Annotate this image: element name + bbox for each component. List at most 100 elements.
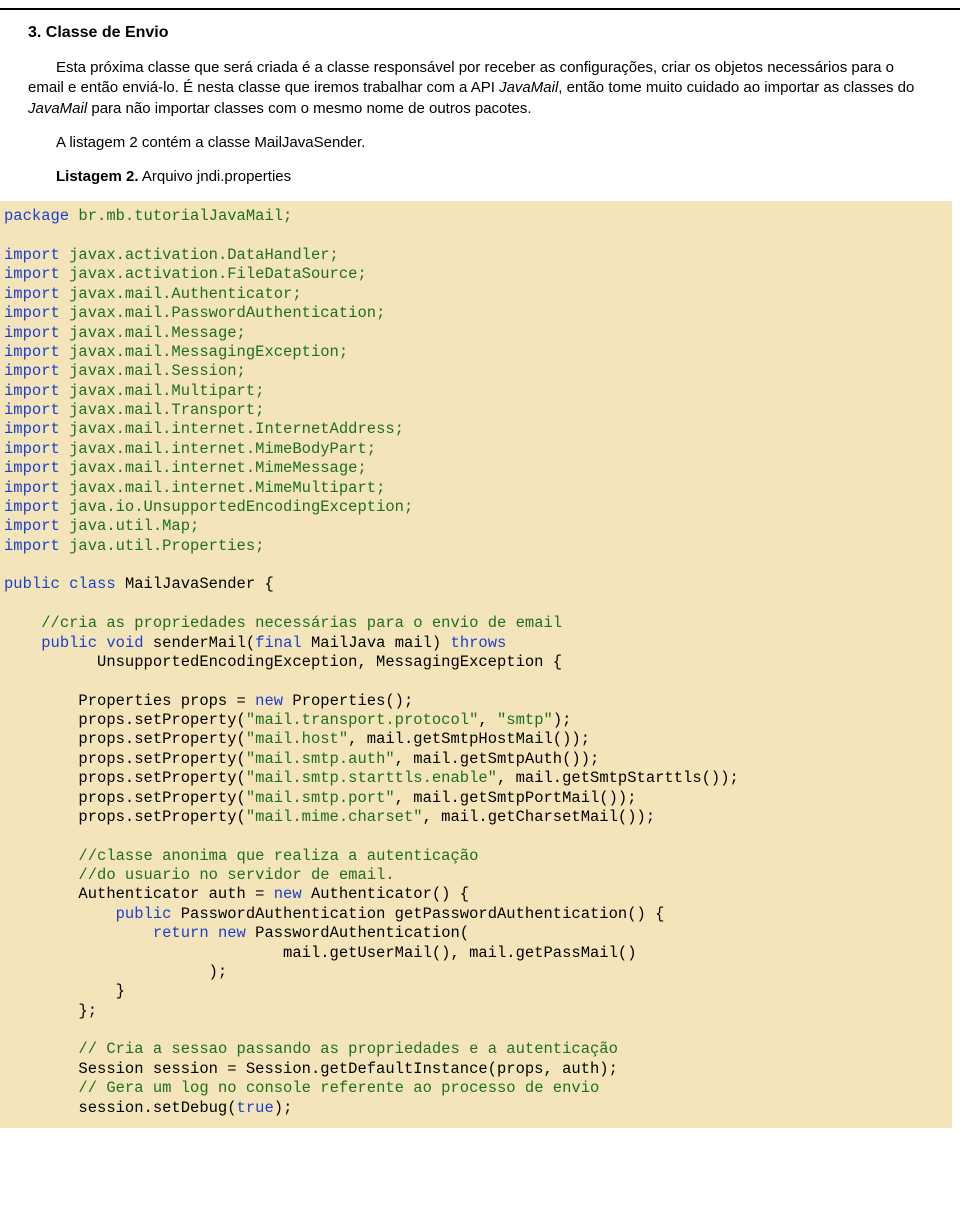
str4: "mail.smtp.auth" (246, 750, 395, 768)
imp: javax.mail.Transport; (60, 401, 265, 419)
kw-import: import (4, 324, 60, 342)
kw-import: import (4, 382, 60, 400)
section-heading: 3. Classe de Envio (28, 24, 932, 42)
kw-import: import (4, 420, 60, 438)
session: Session session = Session.getDefaultInst… (4, 1060, 618, 1078)
kw-public: public (116, 905, 172, 923)
listing-rest: Arquivo jndi.properties (139, 168, 292, 185)
imp: java.io.UnsupportedEncodingException; (60, 498, 413, 516)
set2a: props.setProperty( (4, 730, 246, 748)
kw-import: import (4, 265, 60, 283)
setdebug: session.setDebug( (4, 1099, 237, 1117)
str3: "mail.host" (246, 730, 348, 748)
imp: javax.mail.internet.InternetAddress; (60, 420, 404, 438)
para1-text-e: para não importar classes com o mesmo no… (87, 100, 531, 117)
gpa: PasswordAuthentication getPasswordAuthen… (171, 905, 664, 923)
set3a: props.setProperty( (4, 750, 246, 768)
param: MailJava mail) (302, 634, 451, 652)
imp: java.util.Properties; (60, 537, 265, 555)
kw-true: true (237, 1099, 274, 1117)
imp: java.util.Map; (60, 517, 200, 535)
end: ); (274, 1099, 293, 1117)
auth-decl: Authenticator auth = (4, 885, 274, 903)
comment3: //do usuario no servidor de email. (78, 866, 394, 884)
brace2: }; (4, 1002, 97, 1020)
document-content: 3. Classe de Envio Esta próxima classe q… (0, 24, 960, 187)
imp: javax.mail.internet.MimeMultipart; (60, 479, 386, 497)
imp: javax.mail.Authenticator; (60, 285, 302, 303)
comment5: // Gera um log no console referente ao p… (78, 1079, 599, 1097)
auth-ctor: Authenticator() { (302, 885, 469, 903)
kw-import: import (4, 440, 60, 458)
kw-import: import (4, 285, 60, 303)
comment4: // Cria a sessao passando as propriedade… (78, 1040, 618, 1058)
listing-caption: Listagem 2. Arquivo jndi.properties (28, 167, 932, 187)
str6: "mail.smtp.port" (246, 789, 395, 807)
kw-import: import (4, 343, 60, 361)
kw-new: new (274, 885, 302, 903)
para1-italic-2: JavaMail (28, 100, 87, 117)
brace1: } (4, 982, 125, 1000)
kw-return: return (153, 924, 209, 942)
pa-args: mail.getUserMail(), mail.getPassMail() (4, 944, 637, 962)
kw-import: import (4, 459, 60, 477)
paragraph-listing-ref: A listagem 2 contém a classe MailJavaSen… (28, 133, 932, 153)
set6a: props.setProperty( (4, 808, 246, 826)
set4a: props.setProperty( (4, 769, 246, 787)
str5: "mail.smtp.starttls.enable" (246, 769, 497, 787)
props-decl: Properties props = (4, 692, 255, 710)
e5: , mail.getSmtpPortMail()); (395, 789, 637, 807)
kw-import: import (4, 304, 60, 322)
kw-import: import (4, 537, 60, 555)
listing-label: Listagem 2. (56, 168, 139, 185)
str7: "mail.mime.charset" (246, 808, 423, 826)
kw-package: package (4, 207, 69, 225)
comment2: //classe anonima que realiza a autentica… (78, 847, 478, 865)
kw-import: import (4, 246, 60, 264)
throws-list: UnsupportedEncodingException, MessagingE… (4, 653, 562, 671)
imp: javax.mail.MessagingException; (60, 343, 348, 361)
str1: "mail.transport.protocol" (246, 711, 479, 729)
set1a: props.setProperty( (4, 711, 246, 729)
kw-import: import (4, 401, 60, 419)
pa-close: ); (4, 963, 227, 981)
kw-class: class (69, 575, 116, 593)
kw-throws: throws (451, 634, 507, 652)
e1: ); (553, 711, 572, 729)
kw-new: new (255, 692, 283, 710)
kw-public: public (41, 634, 97, 652)
para1-italic-1: JavaMail (499, 79, 558, 96)
e2: , mail.getSmtpHostMail()); (348, 730, 590, 748)
props-ctor: Properties(); (283, 692, 413, 710)
imp: javax.mail.internet.MimeMessage; (60, 459, 367, 477)
pa-ctor: PasswordAuthentication( (246, 924, 469, 942)
imp: javax.activation.DataHandler; (60, 246, 339, 264)
c1: , (478, 711, 497, 729)
str2: "smtp" (497, 711, 553, 729)
kw-import: import (4, 498, 60, 516)
e4: , mail.getSmtpStarttls()); (497, 769, 739, 787)
code-listing: package br.mb.tutorialJavaMail; import j… (0, 201, 952, 1128)
comment: //cria as propriedades necessárias para … (41, 614, 562, 632)
imp: javax.mail.Message; (60, 324, 246, 342)
kw-new: new (218, 924, 246, 942)
imp: javax.mail.internet.MimeBodyPart; (60, 440, 376, 458)
kw-public: public (4, 575, 60, 593)
method: senderMail( (144, 634, 256, 652)
pkg-name: br.mb.tutorialJavaMail; (69, 207, 292, 225)
imp: javax.mail.Multipart; (60, 382, 265, 400)
imp: javax.mail.PasswordAuthentication; (60, 304, 386, 322)
para1-text-c: , então tome muito cuidado ao importar a… (558, 79, 914, 96)
kw-import: import (4, 362, 60, 380)
imp: javax.mail.Session; (60, 362, 246, 380)
top-rule (0, 8, 960, 10)
kw-void: void (106, 634, 143, 652)
kw-import: import (4, 479, 60, 497)
e6: , mail.getCharsetMail()); (423, 808, 656, 826)
imp: javax.activation.FileDataSource; (60, 265, 367, 283)
e3: , mail.getSmtpAuth()); (395, 750, 600, 768)
set5a: props.setProperty( (4, 789, 246, 807)
paragraph-intro: Esta próxima classe que será criada é a … (28, 58, 932, 119)
kw-final: final (255, 634, 302, 652)
class-decl: MailJavaSender { (116, 575, 274, 593)
